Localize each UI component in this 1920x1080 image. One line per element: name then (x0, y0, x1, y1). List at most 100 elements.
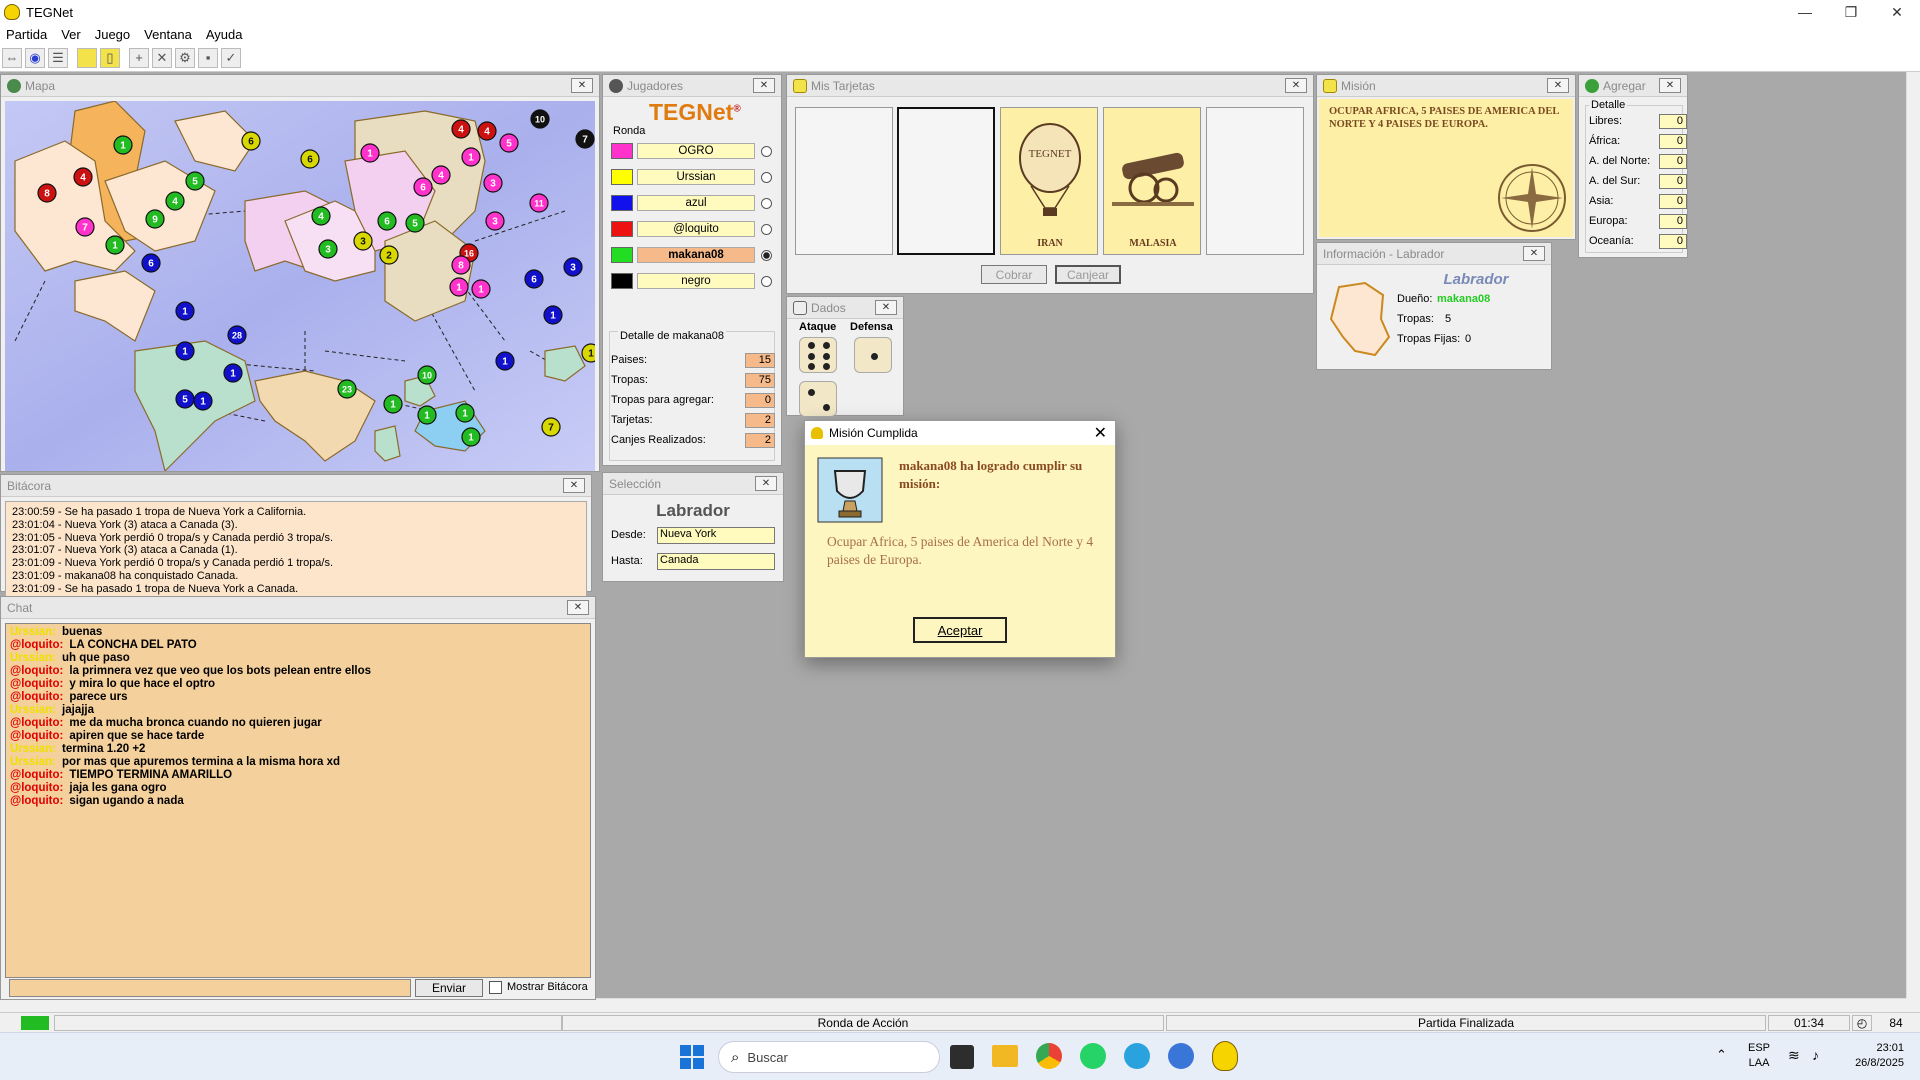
card-slot[interactable] (795, 107, 893, 255)
card-iran[interactable]: TEGNET IRAN (1000, 107, 1098, 255)
connect-icon[interactable]: ⇔ (2, 47, 22, 68)
wifi-icon[interactable]: ≋ (1788, 1047, 1800, 1064)
menu-ventana[interactable]: Ventana (144, 27, 192, 42)
clock[interactable]: 23:01 26/8/2025 (1848, 1041, 1904, 1071)
army-count: 5 (412, 219, 418, 230)
taskbar-search[interactable]: ⌕ Buscar (718, 1041, 940, 1073)
map-svg[interactable]: 1 654849716614 6 5332644 45110733111681 16312… (5, 101, 595, 471)
mission-close-button[interactable]: ✕ (1547, 78, 1569, 93)
list-icon[interactable]: ☰ (48, 47, 68, 68)
player-radio[interactable] (761, 223, 772, 235)
chat-input[interactable] (9, 979, 411, 997)
army-count: 6 (148, 259, 154, 270)
phase-status: Ronda de Acción (562, 1015, 1164, 1031)
player-row[interactable]: @loquito (611, 219, 772, 239)
start-icon[interactable]: ◉ (25, 47, 45, 68)
add-value[interactable]: 0 (1659, 153, 1687, 169)
from-field[interactable]: Nueva York (657, 527, 775, 544)
chat-text: sigan ugando a nada (69, 795, 184, 807)
player-row[interactable]: negro (611, 271, 772, 291)
add-value[interactable]: 0 (1659, 133, 1687, 149)
balloon-icon (1019, 123, 1081, 216)
regroup-icon[interactable]: ⚙ (175, 47, 195, 68)
start-icon[interactable] (680, 1045, 704, 1069)
menu-ayuda[interactable]: Ayuda (206, 27, 243, 42)
tegnet-taskbar-icon[interactable] (1212, 1041, 1238, 1071)
card-slot[interactable] (1206, 107, 1304, 255)
send-button[interactable]: Enviar (415, 979, 483, 997)
add-icon[interactable]: + (129, 47, 149, 68)
close-button[interactable]: ✕ (1874, 0, 1920, 24)
dice-close-button[interactable]: ✕ (875, 300, 897, 315)
cards-close-button[interactable]: ✕ (1285, 78, 1307, 93)
card-slot-selected[interactable] (897, 107, 995, 255)
player-radio[interactable] (761, 249, 772, 261)
volume-icon[interactable]: ♪ (1812, 1047, 1819, 1063)
dice-icon (793, 300, 807, 315)
log-line: 23:01:09 - Nueva York perdió 0 tropa/s y… (12, 557, 334, 570)
tray-chevron-icon[interactable]: ⌃ (1716, 1047, 1727, 1063)
log-close-button[interactable]: ✕ (563, 478, 585, 493)
player-row[interactable]: Urssian (611, 167, 772, 187)
whatsapp-icon[interactable] (1080, 1043, 1106, 1069)
minimize-button[interactable]: — (1782, 0, 1828, 24)
accept-button[interactable]: Aceptar (913, 617, 1007, 643)
menu-partida[interactable]: Partida (6, 27, 47, 42)
player-row[interactable]: azul (611, 193, 772, 213)
card-icon[interactable] (77, 47, 97, 68)
player-radio[interactable] (761, 145, 772, 157)
add-value[interactable]: 0 (1659, 233, 1687, 249)
add-close-button[interactable]: ✕ (1659, 78, 1681, 93)
app-icon[interactable] (1168, 1043, 1194, 1069)
selection-close-button[interactable]: ✕ (755, 476, 777, 491)
owner-label: Dueño: (1397, 293, 1433, 305)
add-row: Asia: 0 (1589, 193, 1693, 209)
add-value[interactable]: 0 (1659, 193, 1687, 209)
add-value[interactable]: 0 (1659, 173, 1687, 189)
attack-die-2 (799, 381, 837, 417)
dialog-close-button[interactable]: ✕ (1094, 423, 1107, 443)
file-explorer-icon[interactable] (992, 1045, 1018, 1067)
add-value[interactable]: 0 (1659, 213, 1687, 229)
collect-button[interactable]: Cobrar (981, 265, 1047, 284)
info-close-button[interactable]: ✕ (1523, 246, 1545, 261)
world-map[interactable]: 1 6 5 4 8 4 9 7 1 6 6 1 4 6 5 3 3 2 6 4 4 4 5 1 10 7 3 3 11 16 8 1 1 6 3 1 2… (5, 101, 595, 471)
player-name: makana08 (637, 247, 755, 263)
maximize-button[interactable]: ❐ (1828, 0, 1874, 24)
card-malasia[interactable]: MALASIA (1103, 107, 1201, 255)
task-view-icon[interactable] (950, 1045, 974, 1069)
chat-nick: Urssian: (10, 626, 57, 638)
telegram-icon[interactable] (1124, 1043, 1150, 1069)
language-indicator[interactable]: ESP LAA (1748, 1041, 1770, 1071)
chat-close-button[interactable]: ✕ (567, 600, 589, 615)
to-field[interactable]: Canada (657, 553, 775, 570)
player-radio[interactable] (761, 171, 772, 183)
chat-nick: @loquito: (10, 717, 64, 729)
die-pip (870, 352, 878, 360)
trade-button[interactable]: Canjear (1055, 265, 1121, 284)
army-count: 2 (386, 251, 392, 262)
vertical-scrollbar[interactable] (1906, 72, 1920, 998)
player-row[interactable]: OGRO (611, 141, 772, 161)
players-close-button[interactable]: ✕ (753, 78, 775, 93)
player-row[interactable]: makana08 (611, 245, 772, 265)
trophy-icon (811, 427, 823, 439)
add-value[interactable]: 0 (1659, 113, 1687, 129)
player-radio[interactable] (761, 275, 772, 287)
menu-juego[interactable]: Juego (95, 27, 130, 42)
show-log-checkbox[interactable] (489, 981, 502, 994)
army-count: 5 (506, 139, 512, 150)
chrome-icon[interactable] (1036, 1043, 1062, 1069)
die-pip (807, 342, 815, 350)
mission-icon[interactable]: ▯ (100, 47, 120, 68)
log-text: 23:00:59 - Se ha pasado 1 tropa de Nueva… (5, 501, 587, 599)
add-label: África: (1589, 135, 1621, 147)
attack-icon[interactable]: ✕ (152, 47, 172, 68)
map-close-button[interactable]: ✕ (571, 78, 593, 93)
end-turn-icon[interactable]: ✓ (221, 47, 241, 68)
player-name: Urssian (637, 169, 755, 185)
horizontal-scrollbar[interactable] (0, 998, 1906, 1012)
menu-ver[interactable]: Ver (61, 27, 81, 42)
send-icon[interactable]: ▪ (198, 47, 218, 68)
player-radio[interactable] (761, 197, 772, 209)
